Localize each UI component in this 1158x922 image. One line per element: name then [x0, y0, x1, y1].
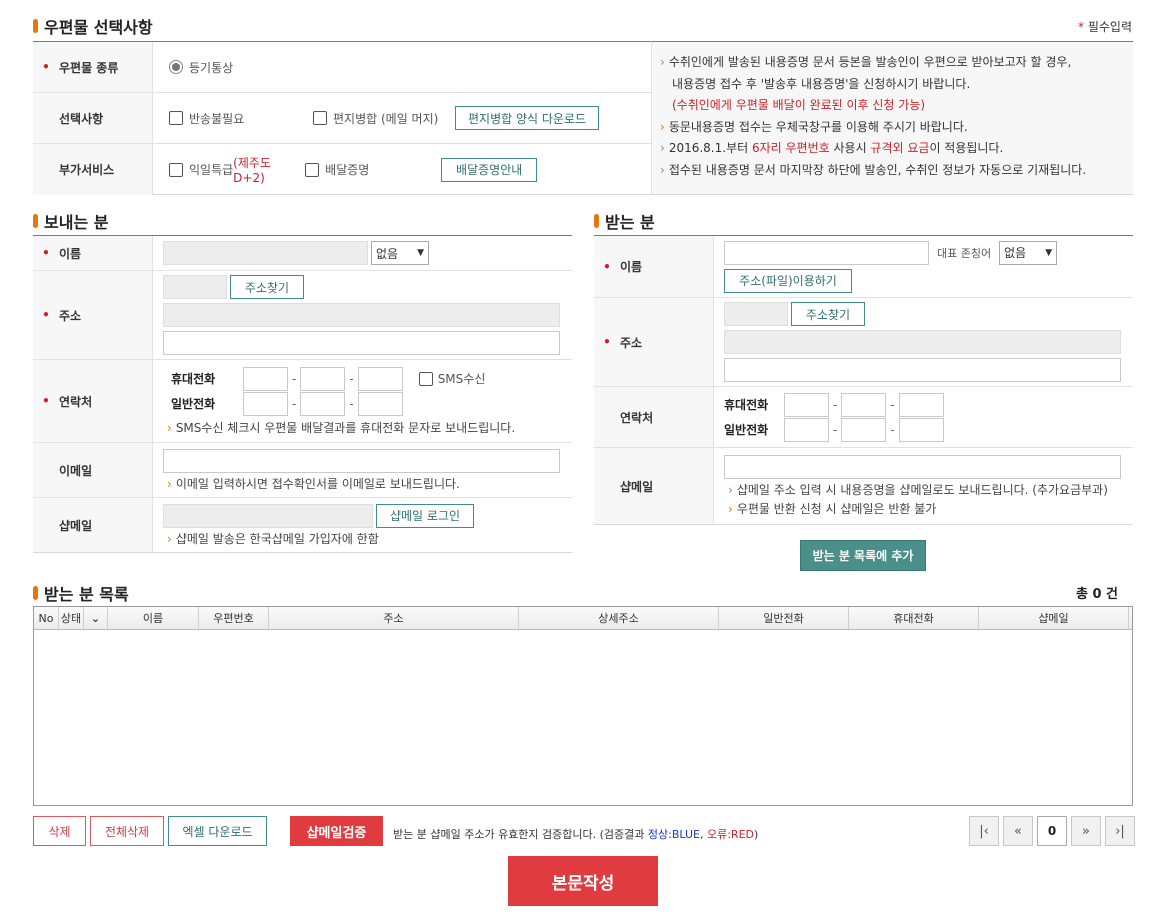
- receiver-honorific-select[interactable]: 없음 ▼: [999, 240, 1058, 265]
- receiver-phone-1[interactable]: [784, 417, 829, 442]
- postal-options-table: • 우편물 종류 등기통상 선택사항 반송불필요 편지병합 (메일 머지) 편지병…: [33, 41, 651, 195]
- delivery-proof-checkbox[interactable]: [305, 162, 320, 177]
- row-options: 선택사항 반송불필요 편지병합 (메일 머지) 편지병합 양식 다운로드: [33, 93, 651, 144]
- sender-row-contact: • 연락처 휴대전화 - - SMS수신 일반전화 - - › SMS수신 체크시 …: [33, 360, 572, 443]
- section-bullet-icon: [594, 214, 599, 228]
- col-phone[interactable]: 일반전화: [719, 607, 849, 629]
- col-name[interactable]: 이름: [108, 607, 199, 629]
- sender-table: •이름 없음▼ •주소 주소찾기 •연락처 휴대전화 - - SMS수신: [33, 235, 572, 553]
- postal-section-title: 우편물 선택사항: [33, 14, 153, 38]
- receiver-row-contact: 연락처 휴대전화 - - 일반전화 - -: [594, 387, 1133, 448]
- list-total: 총 0 건: [1075, 587, 1118, 602]
- next-page-icon[interactable]: »: [1071, 816, 1101, 846]
- sender-email-input[interactable]: [163, 448, 560, 473]
- excel-download-button[interactable]: 엑셀 다운로드: [168, 816, 267, 846]
- col-mobile[interactable]: 휴대전화: [849, 607, 979, 629]
- receiver-row-name: • 이름 대표 존칭어 없음 ▼ 주소(파일)이용하기: [594, 236, 1133, 298]
- receiver-phone-3[interactable]: [898, 417, 944, 442]
- chevron-down-icon: ▼: [1045, 247, 1053, 258]
- receiver-phone-2[interactable]: [841, 417, 887, 442]
- sender-mobile-2[interactable]: [300, 366, 346, 391]
- receiver-shopmail-input[interactable]: [724, 455, 1121, 479]
- postal-type-radio[interactable]: [169, 60, 183, 74]
- receiver-table: • 이름 대표 존칭어 없음 ▼ 주소(파일)이용하기 • 주소 주소찾기 연락처 휴…: [594, 235, 1133, 525]
- receiver-mobile-1[interactable]: [784, 392, 829, 417]
- receiver-address-detail-input[interactable]: [724, 358, 1121, 382]
- receiver-address-input[interactable]: [724, 330, 1121, 354]
- sms-checkbox[interactable]: [418, 371, 433, 386]
- required-note: * 필수입력: [1078, 20, 1132, 34]
- col-filter-dropdown[interactable]: ⌄: [84, 607, 108, 629]
- receiver-zipcode-input[interactable]: [724, 302, 788, 326]
- verify-note: 받는 분 샵메일 주소가 유효한지 검증합니다. (검증결과 정상:BLUE, …: [393, 828, 759, 841]
- add-receiver-button[interactable]: 받는 분 목록에 추가: [800, 540, 926, 571]
- receiver-section-title: 받는 분: [594, 209, 655, 233]
- sender-row-shopmail: 샵메일 샵메일 로그인 › 샵메일 발송은 한국샵메일 가입자에 한함: [33, 498, 572, 552]
- receiver-row-address: • 주소 주소찾기: [594, 298, 1133, 387]
- section-bullet-icon: [33, 19, 38, 33]
- delete-button[interactable]: 삭제: [33, 816, 86, 846]
- receiver-list-grid: No 상태 ⌄ 이름 우편번호 주소 상세주소 일반전화 휴대전화 샵메일: [33, 606, 1133, 806]
- chevron-down-icon: ⌄: [90, 611, 101, 625]
- sender-phone-3[interactable]: [357, 391, 403, 416]
- receiver-address-search-button[interactable]: 주소찾기: [791, 302, 865, 326]
- row-postal-type: • 우편물 종류 등기통상: [33, 42, 651, 93]
- delete-all-button[interactable]: 전체삭제: [90, 816, 164, 846]
- receiver-name-input[interactable]: [724, 240, 929, 265]
- sender-address-detail-input[interactable]: [163, 331, 560, 355]
- sender-address-search-button[interactable]: 주소찾기: [230, 275, 304, 299]
- last-page-icon[interactable]: ›|: [1105, 816, 1135, 846]
- merge-download-button[interactable]: 편지병합 양식 다운로드: [455, 106, 599, 130]
- receiver-mobile-2[interactable]: [841, 392, 887, 417]
- section-bullet-icon: [33, 214, 38, 228]
- sender-mobile-1[interactable]: [243, 366, 288, 391]
- delivery-guide-button[interactable]: 배달증명안내: [441, 157, 538, 182]
- receiver-row-shopmail: 샵메일 › 샵메일 주소 입력 시 내용증명을 샵메일로도 보내드립니다. (추가…: [594, 448, 1133, 524]
- row-extra-services: 부가서비스 익일특급 (제주도 D+2) 배달증명 배달증명안내: [33, 144, 651, 195]
- sender-zipcode-input[interactable]: [163, 275, 227, 299]
- col-address[interactable]: 주소: [269, 607, 519, 629]
- chevron-down-icon: ▼: [417, 248, 424, 258]
- section-bullet-icon: [33, 586, 38, 600]
- col-detail-address[interactable]: 상세주소: [519, 607, 719, 629]
- sender-honorific-select[interactable]: 없음 ▼: [371, 241, 429, 265]
- shopmail-verify-button[interactable]: 샵메일검증: [290, 816, 383, 846]
- list-section-title: 받는 분 목록: [33, 581, 129, 605]
- col-shopmail[interactable]: 샵메일: [979, 607, 1129, 629]
- sender-phone-1[interactable]: [243, 391, 288, 416]
- first-page-icon[interactable]: |‹: [969, 816, 999, 846]
- receiver-mobile-3[interactable]: [898, 392, 944, 417]
- shopmail-login-button[interactable]: 샵메일 로그인: [376, 503, 474, 528]
- no-return-checkbox[interactable]: [169, 111, 183, 125]
- sender-mobile-3[interactable]: [357, 366, 403, 391]
- sender-row-address: • 주소 주소찾기: [33, 271, 572, 360]
- sender-shopmail-input[interactable]: [163, 503, 373, 528]
- compose-body-button[interactable]: 본문작성: [508, 856, 658, 906]
- current-page[interactable]: 0: [1037, 816, 1067, 846]
- col-zipcode[interactable]: 우편번호: [199, 607, 269, 629]
- nextday-checkbox[interactable]: [169, 162, 183, 177]
- sender-name-input[interactable]: [163, 241, 368, 265]
- prev-page-icon[interactable]: «: [1003, 816, 1033, 846]
- pagination: |‹ « 0 » ›|: [969, 816, 1135, 846]
- sender-phone-2[interactable]: [300, 391, 346, 416]
- col-no[interactable]: No: [34, 607, 59, 629]
- sender-row-name: • 이름 없음 ▼: [33, 236, 572, 271]
- address-file-button[interactable]: 주소(파일)이용하기: [724, 268, 852, 293]
- grid-header: No 상태 ⌄ 이름 우편번호 주소 상세주소 일반전화 휴대전화 샵메일: [34, 607, 1132, 630]
- merge-checkbox[interactable]: [313, 111, 327, 125]
- sender-address-input[interactable]: [163, 303, 560, 327]
- postal-info-box: › 수취인에게 발송된 내용증명 문서 등본을 발송인이 우편으로 받아보고자 할…: [651, 41, 1133, 195]
- sender-row-email: 이메일 › 이메일 입력하시면 접수확인서를 이메일로 보내드립니다.: [33, 443, 572, 498]
- col-status[interactable]: 상태: [59, 607, 84, 629]
- sender-section-title: 보내는 분: [33, 209, 108, 233]
